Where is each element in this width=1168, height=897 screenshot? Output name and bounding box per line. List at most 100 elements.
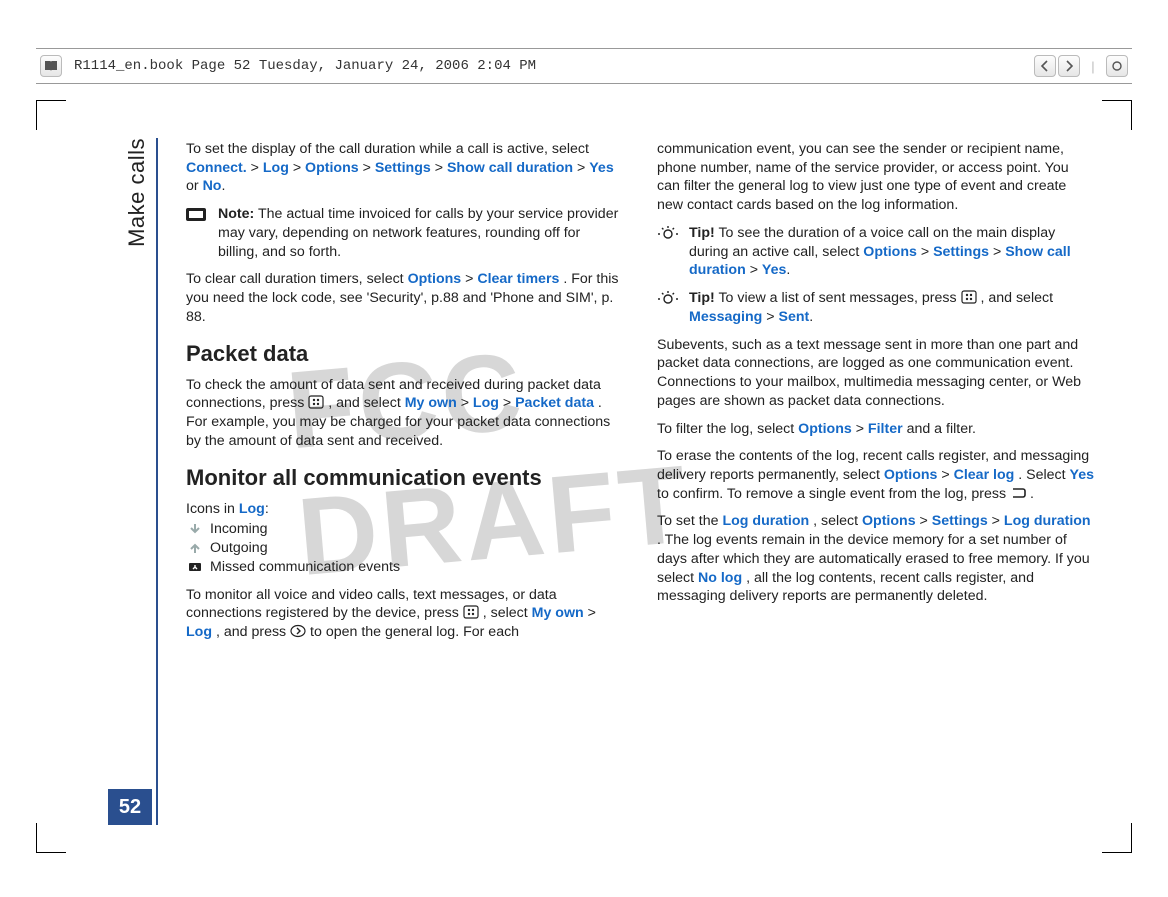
list-label: Outgoing [210,540,268,556]
note-block: Note: The actual time invoiced for calls… [186,205,623,261]
text: to confirm. To remove a single event fro… [657,486,1010,502]
text: . Select [1018,467,1069,483]
menu-key-icon [961,290,977,304]
menu-path-item: My own [405,395,457,411]
page-number: 52 [108,789,152,825]
heading-packet-data: Packet data [186,339,623,368]
heading-monitor: Monitor all communication events [186,463,623,492]
sep: > [359,160,375,176]
log-icon-list: Incoming Outgoing Missed communication e… [186,520,623,576]
menu-path-item: Settings [375,160,431,176]
sep: > [988,513,1004,529]
clear-key-icon [1010,486,1026,500]
tip-text: , and select [980,290,1053,306]
menu-path-item: Log [239,501,265,517]
book-icon[interactable] [40,55,62,77]
text: To set the [657,513,722,529]
paragraph: To monitor all voice and video calls, te… [186,586,623,642]
paragraph: To check the amount of data sent and rec… [186,376,623,451]
sidebar: Make calls 52 [100,138,156,825]
list-label: Missed communication events [210,559,400,575]
menu-key-icon [308,395,324,409]
menu-path-item: Clear timers [477,271,559,287]
crop-mark [1102,100,1132,130]
tip-label: Tip! [689,225,715,241]
menu-path-item: No log [698,570,742,586]
tip-label: Tip! [689,290,715,306]
menu-path-item: Yes [589,160,613,176]
crop-mark [36,823,66,853]
missed-event-icon [188,560,204,574]
tip-icon [657,225,681,242]
menu-path-item: Options [862,513,916,529]
divider-icon: | [1082,55,1104,77]
note-text: The actual time invoiced for calls by yo… [218,206,618,259]
tip-icon [657,290,681,307]
incoming-arrow-icon [188,522,204,536]
doc-meta: R1114_en.book Page 52 Tuesday, January 2… [74,58,536,74]
menu-path-item: Clear log [954,467,1015,483]
sep: > [573,160,589,176]
sidebar-rule [156,138,158,825]
menu-path-item: Log duration [1004,513,1091,529]
tool-icon[interactable] [1106,55,1128,77]
sep: > [247,160,263,176]
sep: > [746,262,762,278]
menu-path-item: Log [473,395,499,411]
menu-path-item: Options [884,467,938,483]
list-label: Incoming [210,521,268,537]
text: and a filter. [907,421,976,437]
text: to open the general log. For each [310,624,519,640]
menu-path-item: My own [532,605,584,621]
sep: > [289,160,305,176]
text: , and select [328,395,405,411]
next-page-icon[interactable] [1058,55,1080,77]
menu-path-item: Yes [1070,467,1094,483]
menu-path-item: Yes [762,262,786,278]
list-item: Missed communication events [210,558,623,577]
menu-path-item: Options [305,160,359,176]
page-body: To set the display of the call duration … [186,140,1094,825]
menu-key-icon [463,605,479,619]
text: or [186,178,203,194]
menu-path-item: Options [798,421,852,437]
menu-path-item: Packet data [515,395,594,411]
tip-block: Tip! To see the duration of a voice call… [657,224,1094,280]
paragraph: To filter the log, select Options > Filt… [657,420,1094,439]
sep: > [762,309,778,325]
note-label: Note: [218,206,254,222]
sep: > [917,244,933,260]
section-label: Make calls [124,138,150,247]
text: To clear call duration timers, select [186,271,408,287]
sep: > [937,467,953,483]
text: To filter the log, select [657,421,798,437]
sep: > [989,244,1005,260]
text: . [1030,486,1034,502]
paragraph: To erase the contents of the log, recent… [657,447,1094,503]
menu-path-item: Options [863,244,917,260]
text: Icons in [186,501,239,517]
menu-path-item: Log duration [722,513,809,529]
menu-path-item: Sent [779,309,810,325]
text: : [265,501,269,517]
prev-page-icon[interactable] [1034,55,1056,77]
paragraph: Icons in Log: [186,500,623,519]
menu-path-item: Log [186,624,212,640]
paragraph: communication event, you can see the sen… [657,140,1094,215]
paragraph: To set the Log duration , select Options… [657,512,1094,606]
paragraph: Subevents, such as a text message sent i… [657,336,1094,411]
crop-mark [1102,823,1132,853]
text: , select [483,605,532,621]
menu-path-item: Messaging [689,309,762,325]
list-item: Incoming [210,520,623,539]
menu-path-item: Options [408,271,462,287]
sep: > [461,271,477,287]
list-item: Outgoing [210,539,623,558]
paragraph: To clear call duration timers, select Op… [186,270,623,326]
sep: > [584,605,596,621]
menu-path-item: Show call duration [447,160,573,176]
text: , select [813,513,862,529]
right-scroll-icon [290,624,306,638]
menu-path-item: Log [263,160,289,176]
tip-block: Tip! To view a list of sent messages, pr… [657,289,1094,326]
